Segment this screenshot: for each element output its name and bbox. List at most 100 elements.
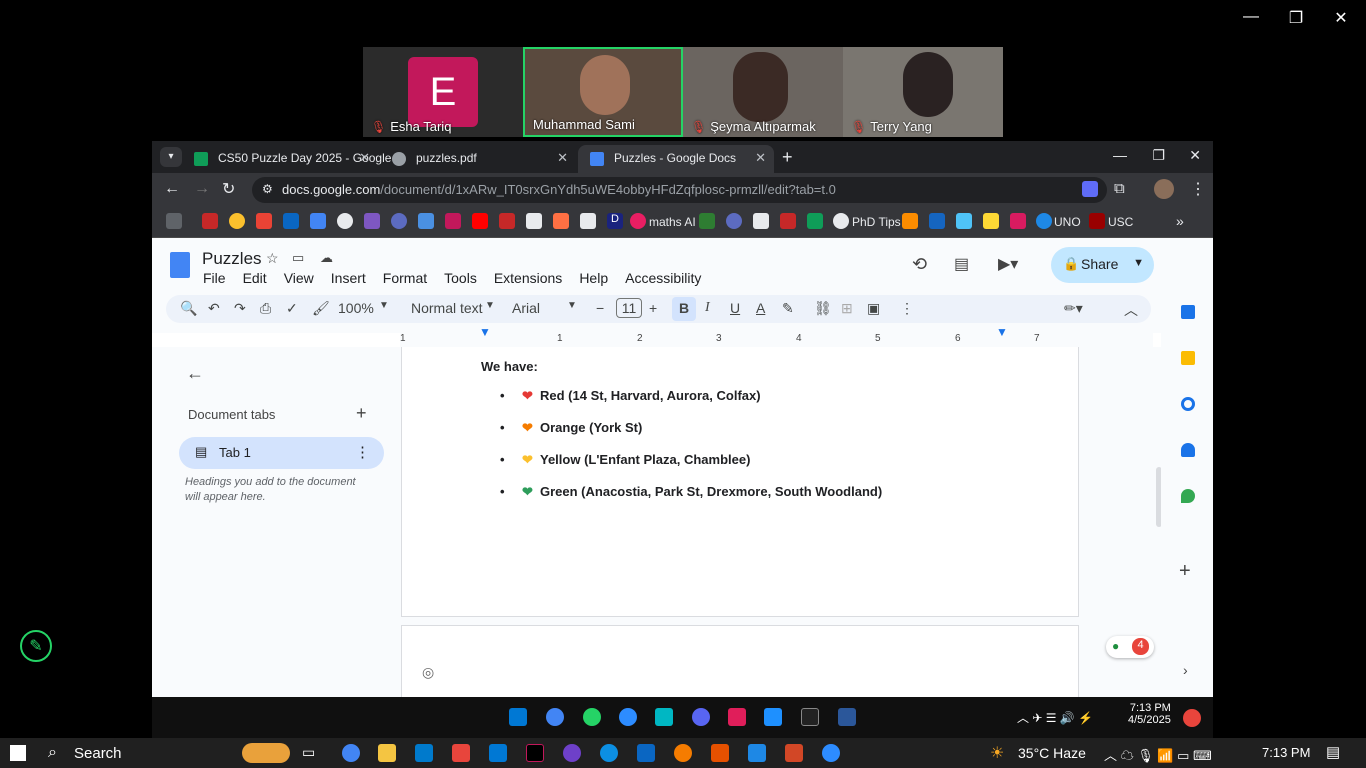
profile-avatar[interactable] (1154, 179, 1174, 199)
decrease-font-icon[interactable]: − (596, 300, 604, 316)
bookmark-usc[interactable]: USC (1108, 215, 1133, 229)
bookmark-icon[interactable] (753, 213, 769, 229)
annotate-pen-icon[interactable]: ✎ (20, 630, 52, 662)
slack-icon[interactable] (728, 708, 746, 726)
add-comment-icon[interactable]: ⊞ (841, 300, 853, 317)
more-bookmarks-icon[interactable]: » (1176, 213, 1184, 229)
menu-extensions[interactable]: Extensions (494, 270, 562, 286)
extension-icon[interactable] (1082, 181, 1098, 197)
menu-accessibility[interactable]: Accessibility (625, 270, 701, 286)
version-history-icon[interactable]: ⟲ (912, 254, 927, 275)
app-icon[interactable] (452, 744, 470, 762)
uno-icon[interactable] (1036, 213, 1052, 229)
youtube-icon[interactable] (472, 213, 488, 229)
forms-icon[interactable] (310, 213, 326, 229)
maps-icon[interactable] (1181, 489, 1195, 503)
menu-view[interactable]: View (284, 270, 314, 286)
minimize-button[interactable]: — (1236, 8, 1266, 26)
minimize-icon[interactable]: — (1113, 147, 1127, 163)
docs-logo-icon[interactable] (170, 252, 190, 278)
search-icon[interactable]: ⌕ (48, 744, 57, 762)
extension-badge[interactable]: ● 4 (1106, 636, 1154, 658)
doc-title[interactable]: Puzzles (202, 249, 262, 269)
star-icon[interactable]: ☆ (266, 250, 279, 267)
show-side-panel-icon[interactable]: › (1183, 662, 1188, 678)
document-page[interactable]: ◎ (401, 625, 1079, 697)
get-addons-icon[interactable]: + (1179, 560, 1191, 583)
back-icon[interactable]: ← (164, 180, 180, 198)
editing-mode-icon[interactable]: ✏▾ (1064, 300, 1083, 317)
apps-grid-icon[interactable] (166, 213, 182, 229)
participant-tile-terry[interactable]: 🎙 Terry Yang (843, 47, 1003, 137)
bookmark-icon[interactable] (391, 213, 407, 229)
bookmark-icon[interactable] (202, 213, 218, 229)
bookmark-icon[interactable] (445, 213, 461, 229)
upwork-icon[interactable] (801, 708, 819, 726)
bold-button[interactable]: B (672, 297, 696, 321)
bookmark-icon[interactable]: D (607, 213, 623, 229)
system-tray-icons[interactable]: ︿ ☁ 🎙 📶 ▭ ⌨ (1104, 745, 1212, 764)
bookmark-icon[interactable] (902, 213, 918, 229)
search-label[interactable]: Search (74, 745, 122, 762)
redo-icon[interactable]: ↷ (234, 300, 246, 317)
menu-file[interactable]: File (203, 270, 226, 286)
zoom-icon[interactable] (619, 708, 637, 726)
site-info-icon[interactable]: ⚙ (262, 182, 273, 196)
link-icon[interactable]: ⛓ (814, 300, 832, 317)
contacts-icon[interactable] (1181, 443, 1195, 457)
app-icon[interactable] (674, 744, 692, 762)
menu-format[interactable]: Format (383, 270, 427, 286)
whatsapp-icon[interactable] (583, 708, 601, 726)
participant-tile-seyma[interactable]: 🎙 Şeyma Altıparmak (683, 47, 843, 137)
discord-icon[interactable] (692, 708, 710, 726)
close-window-icon[interactable]: ✕ (1189, 147, 1201, 164)
chrome-icon[interactable] (342, 744, 360, 762)
close-tab-icon[interactable]: ✕ (755, 150, 766, 166)
bookmark-icon[interactable] (780, 213, 796, 229)
undo-icon[interactable]: ↶ (208, 300, 220, 317)
add-tab-icon[interactable]: + (356, 403, 367, 424)
move-folder-icon[interactable]: ▭ (292, 250, 304, 266)
app-icon[interactable] (711, 744, 729, 762)
meet-icon[interactable]: ▶▾ (998, 254, 1018, 274)
bookmark-icon[interactable] (499, 213, 515, 229)
zoom-select[interactable]: 100% (338, 300, 374, 316)
participant-tile-muhammad[interactable]: Muhammad Sami (523, 47, 683, 137)
notification-center-icon[interactable]: ▤ (1326, 743, 1340, 761)
underline-button[interactable]: U (730, 300, 740, 316)
linkedin-icon[interactable] (637, 744, 655, 762)
windows-start-icon[interactable] (509, 708, 527, 726)
forward-icon[interactable]: → (194, 180, 210, 198)
bookmark-uno[interactable]: UNO (1054, 215, 1081, 229)
highlight-icon[interactable]: ✎ (782, 300, 794, 317)
bookmark-maths-ai[interactable]: maths AI (649, 215, 696, 229)
indent-marker-icon[interactable]: ▼ (479, 325, 491, 339)
more-options-icon[interactable]: ⋮ (355, 443, 370, 461)
menu-edit[interactable]: Edit (243, 270, 267, 286)
gmail-icon[interactable] (256, 213, 272, 229)
print-icon[interactable]: ⎙ (260, 300, 271, 317)
linkedin-icon[interactable] (283, 213, 299, 229)
collapse-toolbar-icon[interactable]: ︿ (1124, 300, 1138, 320)
bookmark-icon[interactable] (526, 213, 542, 229)
bookmark-icon[interactable] (726, 213, 742, 229)
reload-icon[interactable]: ↻ (222, 179, 235, 199)
tasks-icon[interactable] (1181, 397, 1195, 411)
restore-icon[interactable]: ❐ (1152, 147, 1165, 164)
maths-ai-icon[interactable] (630, 213, 646, 229)
notification-icon[interactable] (1183, 709, 1201, 727)
app-icon[interactable] (526, 744, 544, 762)
phd-tips-icon[interactable] (833, 213, 849, 229)
more-options-icon[interactable]: ⋮ (900, 300, 914, 317)
vscode-icon[interactable] (415, 744, 433, 762)
text-color-icon[interactable]: A (756, 300, 765, 316)
zoom-icon[interactable] (822, 744, 840, 762)
style-select[interactable]: Normal text (411, 300, 483, 316)
document-page[interactable]: We have: • ❤ Red (14 St, Harvard, Aurora, … (401, 347, 1079, 617)
bookmark-icon[interactable] (580, 213, 596, 229)
bookmark-icon[interactable] (699, 213, 715, 229)
usc-icon[interactable] (1089, 213, 1105, 229)
bookmark-phd-tips[interactable]: PhD Tips (852, 215, 901, 229)
tab-google-docs[interactable]: Puzzles - Google Docs ✕ (578, 145, 774, 173)
back-arrow-icon[interactable]: ← (186, 363, 204, 384)
